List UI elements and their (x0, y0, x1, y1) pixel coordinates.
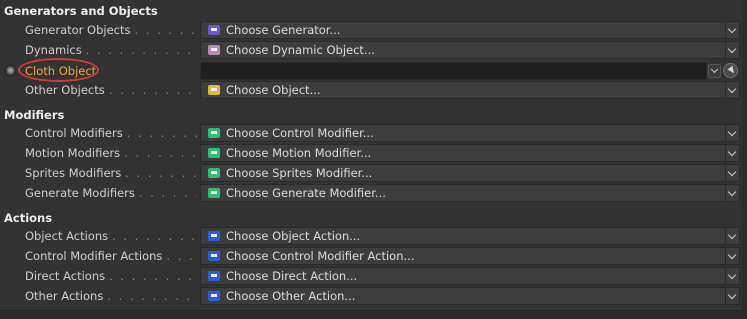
section-title-actions: Actions (4, 211, 53, 225)
label-motion-modifiers: Motion Modifiers. . . . . . . . . . . . … (25, 146, 197, 160)
chevron-down-icon[interactable] (725, 228, 739, 244)
row-motion-modifiers: Motion Modifiers. . . . . . . . . . . . … (0, 143, 747, 163)
generate-modifiers-value: Choose Generate Modifier... (226, 186, 386, 200)
chevron-down-icon[interactable] (725, 22, 739, 38)
cloth-object-link-field[interactable] (200, 62, 707, 80)
other-action-icon (208, 291, 220, 301)
dynamic-object-icon (208, 45, 220, 55)
label-generate-modifiers: Generate Modifiers. . . . . . . . . . . … (25, 186, 197, 200)
row-control-modifier-actions: Control Modifier Actions. . . . . . . . … (0, 246, 747, 266)
section-title-modifiers: Modifiers (4, 108, 65, 122)
sprites-modifier-icon (208, 168, 220, 178)
label-other-actions: Other Actions. . . . . . . . . . . . . .… (25, 289, 197, 303)
other-objects-value: Choose Object... (226, 83, 321, 97)
generate-modifier-icon (208, 188, 220, 198)
direct-actions-value: Choose Direct Action... (226, 269, 358, 283)
control-modifiers-dropdown[interactable]: Choose Control Modifier... (200, 124, 740, 142)
chevron-down-icon[interactable] (725, 145, 739, 161)
other-actions-value: Choose Other Action... (226, 289, 356, 303)
chevron-down-icon[interactable] (725, 288, 739, 304)
label-dynamics: Dynamics. . . . . . . . . . . . . . . . … (25, 43, 197, 57)
label-generator-objects: Generator Objects. . . . . . . . . . . .… (25, 23, 197, 37)
pick-object-icon[interactable] (723, 63, 738, 78)
sprites-modifiers-dropdown[interactable]: Choose Sprites Modifier... (200, 164, 740, 182)
dynamics-value: Choose Dynamic Object... (226, 43, 375, 57)
control-modifier-actions-value: Choose Control Modifier Action... (226, 249, 415, 263)
row-sprites-modifiers: Sprites Modifiers. . . . . . . . . . . .… (0, 163, 747, 183)
label-control-modifiers: Control Modifiers. . . . . . . . . . . .… (25, 126, 197, 140)
control-modifier-icon (208, 128, 220, 138)
chevron-down-icon[interactable] (725, 248, 739, 264)
chevron-down-icon[interactable] (725, 42, 739, 58)
motion-modifiers-dropdown[interactable]: Choose Motion Modifier... (200, 144, 740, 162)
row-object-actions: Object Actions. . . . . . . . . . . . . … (0, 226, 747, 246)
highlight-circle-annotation (18, 58, 99, 82)
object-icon (208, 85, 220, 95)
direct-action-icon (208, 271, 220, 281)
other-actions-dropdown[interactable]: Choose Other Action... (200, 287, 740, 305)
control-modifiers-value: Choose Control Modifier... (226, 126, 374, 140)
chevron-down-icon[interactable] (708, 64, 721, 78)
sprites-modifiers-value: Choose Sprites Modifier... (226, 166, 373, 180)
row-dynamics: Dynamics. . . . . . . . . . . . . . . . … (0, 40, 747, 60)
generator-objects-dropdown[interactable]: Choose Generator... (200, 21, 740, 39)
other-objects-dropdown[interactable]: Choose Object... (200, 81, 740, 99)
generate-modifiers-dropdown[interactable]: Choose Generate Modifier... (200, 184, 740, 202)
row-cloth-object: Cloth Object (0, 58, 747, 82)
object-actions-dropdown[interactable]: Choose Object Action... (200, 227, 740, 245)
section-title-generators: Generators and Objects (4, 4, 158, 18)
chevron-down-icon[interactable] (725, 82, 739, 98)
row-other-actions: Other Actions. . . . . . . . . . . . . .… (0, 286, 747, 306)
row-other-objects: Other Objects. . . . . . . . . . . . . .… (0, 80, 747, 100)
label-direct-actions: Direct Actions. . . . . . . . . . . . . … (25, 269, 197, 283)
dynamics-dropdown[interactable]: Choose Dynamic Object... (200, 41, 740, 59)
motion-modifiers-value: Choose Motion Modifier... (226, 146, 372, 160)
row-generate-modifiers: Generate Modifiers. . . . . . . . . . . … (0, 183, 747, 203)
generator-objects-value: Choose Generator... (226, 23, 341, 37)
control-modifier-action-icon (208, 251, 220, 261)
chevron-down-icon[interactable] (725, 185, 739, 201)
motion-modifier-icon (208, 148, 220, 158)
row-generator-objects: Generator Objects. . . . . . . . . . . .… (0, 20, 747, 40)
chevron-down-icon[interactable] (725, 125, 739, 141)
label-object-actions: Object Actions. . . . . . . . . . . . . … (25, 229, 197, 243)
label-other-objects: Other Objects. . . . . . . . . . . . . .… (25, 83, 197, 97)
row-control-modifiers: Control Modifiers. . . . . . . . . . . .… (0, 123, 747, 143)
row-direct-actions: Direct Actions. . . . . . . . . . . . . … (0, 266, 747, 286)
control-modifier-actions-dropdown[interactable]: Choose Control Modifier Action... (200, 247, 740, 265)
chevron-down-icon[interactable] (725, 268, 739, 284)
label-sprites-modifiers: Sprites Modifiers. . . . . . . . . . . .… (25, 166, 197, 180)
object-action-icon (208, 231, 220, 241)
object-actions-value: Choose Object Action... (226, 229, 361, 243)
keyframe-radio-button[interactable] (5, 65, 16, 76)
vertical-scrollbar[interactable] (742, 0, 747, 318)
generator-icon (208, 25, 220, 35)
chevron-down-icon[interactable] (725, 165, 739, 181)
label-control-modifier-actions: Control Modifier Actions. . . . . . . . … (25, 249, 197, 263)
direct-actions-dropdown[interactable]: Choose Direct Action... (200, 267, 740, 285)
